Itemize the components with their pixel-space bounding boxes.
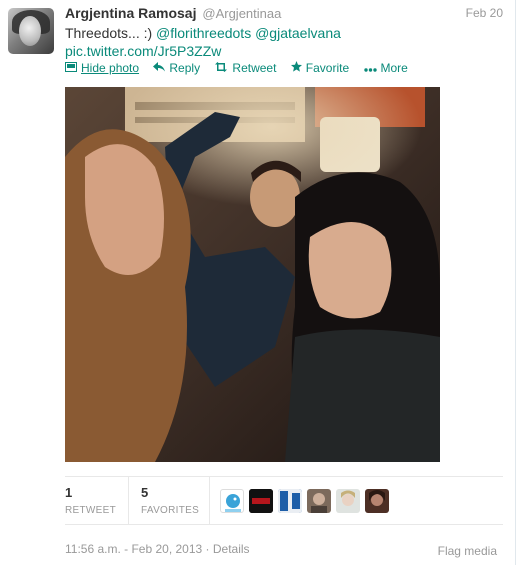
avatar-blue-bird[interactable] <box>220 489 244 513</box>
retweets-count: 1 <box>65 485 73 500</box>
avatar-person-1[interactable] <box>307 489 331 513</box>
reply-icon <box>153 61 166 75</box>
tweet-photo[interactable] <box>65 87 440 462</box>
user-fullname[interactable]: Argjentina Ramosaj <box>65 5 196 21</box>
tweet-date[interactable]: Feb 20 <box>466 6 503 20</box>
tweet-timestamp[interactable]: 11:56 a.m. - Feb 20, 2013 <box>65 542 202 556</box>
avatar-person-2[interactable] <box>336 489 360 513</box>
hide-photo-label: Hide photo <box>81 61 140 75</box>
reply-label: Reply <box>169 61 201 75</box>
star-icon <box>290 61 302 75</box>
favorites-count: 5 <box>141 485 149 500</box>
tweet-header: Argjentina Ramosaj @Argjentinaa Feb 20 <box>65 5 505 23</box>
tweet-text: Threedots... :) @florithreedots @gjatael… <box>65 24 505 60</box>
favorite-label: Favorite <box>305 61 350 75</box>
flag-media-link[interactable]: Flag media <box>438 544 497 558</box>
photo-icon <box>65 61 77 75</box>
tweet-stats: 1 RETWEET 5 FAVORITES <box>65 476 503 525</box>
user-avatar[interactable] <box>8 8 54 54</box>
selfie-photo-illustration <box>65 87 440 462</box>
favorites-label: FAVORITES <box>141 505 200 516</box>
tweet-text-plain: Threedots... :) <box>65 25 157 41</box>
mention-link-2[interactable]: @gjataelvana <box>255 25 341 41</box>
tweet-detail: Argjentina Ramosaj @Argjentinaa Feb 20 T… <box>0 0 516 565</box>
favorite-button[interactable]: Favorite <box>290 61 350 75</box>
footer-separator: · <box>202 542 213 556</box>
reply-button[interactable]: Reply <box>153 61 200 75</box>
avatar-face-shape <box>19 16 41 46</box>
pic-link[interactable]: pic.twitter.com/Jr5P3ZZw <box>65 43 221 59</box>
stats-divider <box>209 477 210 524</box>
favorites-stat[interactable]: 5 FAVORITES <box>141 477 205 524</box>
more-label: More <box>380 61 408 75</box>
retweets-stat[interactable]: 1 RETWEET <box>65 477 127 524</box>
retweets-label: RETWEET <box>65 505 116 516</box>
stats-divider <box>128 477 129 524</box>
mention-link-1[interactable]: @florithreedots <box>156 25 251 41</box>
avatar-dark-logo[interactable] <box>249 489 273 513</box>
tweet-footer: 11:56 a.m. - Feb 20, 2013 · Details <box>65 542 250 556</box>
hide-photo-button[interactable]: Hide photo <box>65 61 139 75</box>
details-link[interactable]: Details <box>213 542 250 556</box>
retweet-icon <box>214 61 228 75</box>
avatar-blue-white[interactable] <box>278 489 302 513</box>
retweet-button[interactable]: Retweet <box>214 61 276 75</box>
ellipsis-icon <box>363 61 377 75</box>
user-screen-name[interactable]: @Argjentinaa <box>202 6 281 21</box>
tweet-actions: Hide photo Reply Retweet Favorite More <box>65 61 505 77</box>
retweet-label: Retweet <box>232 61 277 75</box>
avatar-person-3[interactable] <box>365 489 389 513</box>
more-button[interactable]: More <box>363 61 408 75</box>
